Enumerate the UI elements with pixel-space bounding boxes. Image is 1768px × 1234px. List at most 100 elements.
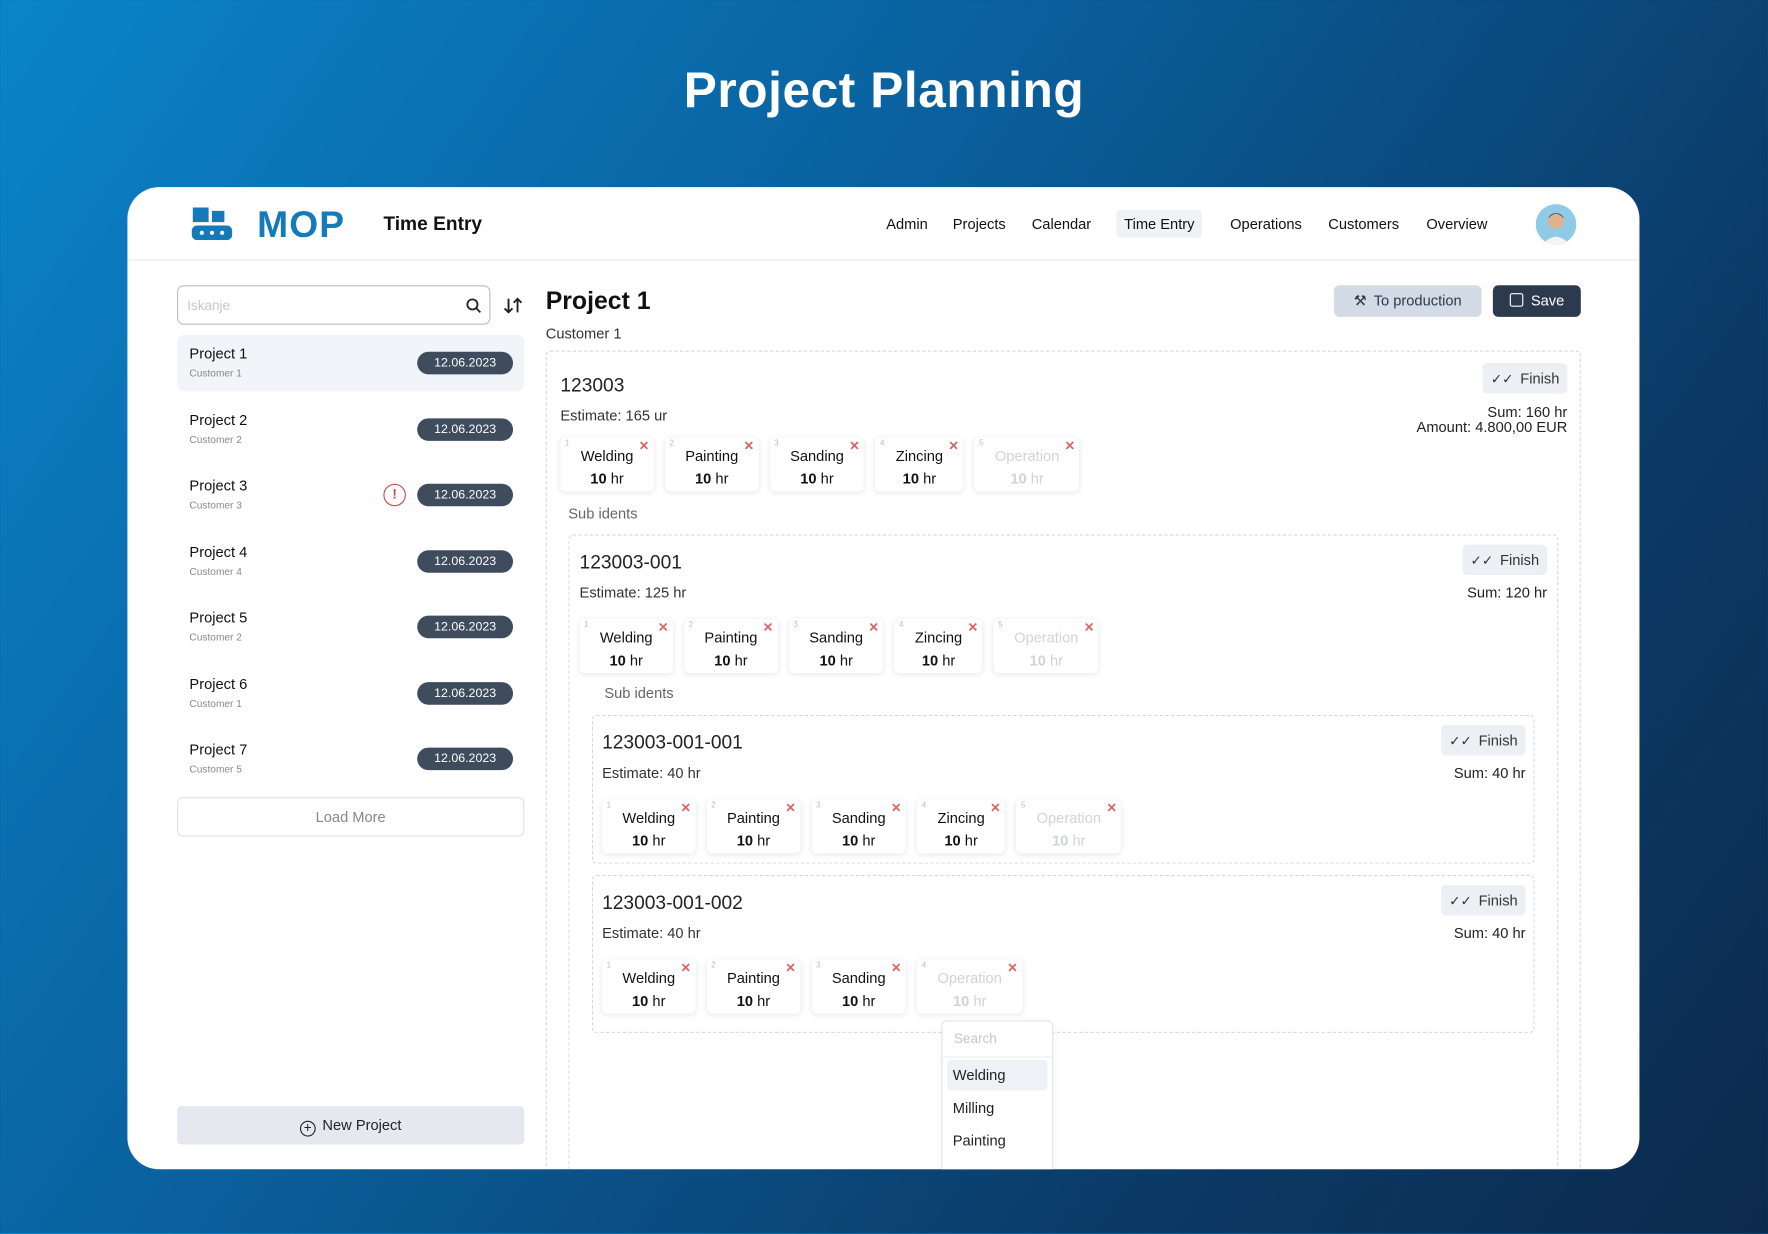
operation-name[interactable]: Operation: [937, 970, 1001, 987]
remove-icon[interactable]: ✕: [680, 961, 690, 976]
remove-icon[interactable]: ✕: [639, 439, 649, 454]
dropdown-option-milling[interactable]: Milling: [947, 1093, 1047, 1123]
nav-customers[interactable]: Customers: [1320, 210, 1407, 238]
operation-hours[interactable]: 10 hr: [1037, 832, 1101, 849]
project-list-item[interactable]: Project 1 Customer 1 12.06.2023: [177, 334, 525, 392]
search-input[interactable]: [178, 286, 449, 324]
project-list-item[interactable]: Project 3 Customer 3! 12.06.2023: [177, 467, 524, 523]
nav-operations[interactable]: Operations: [1222, 210, 1309, 238]
date-badge: 12.06.2023: [417, 351, 514, 375]
project-list-item[interactable]: Project 4 Customer 4 12.06.2023: [177, 533, 524, 589]
hours-value: 10: [632, 832, 649, 850]
operation-chip[interactable]: 4 ✕ Zincing 10 hr: [917, 799, 1006, 854]
hours-unit: hr: [652, 832, 666, 850]
operation-hours[interactable]: 10 hr: [727, 992, 780, 1009]
project-list-item[interactable]: Project 7 Customer 5 12.06.2023: [177, 731, 524, 787]
project-list-item[interactable]: Project 5 Customer 2 12.06.2023: [177, 599, 524, 655]
project-search[interactable]: [177, 285, 491, 325]
operation-chip[interactable]: 5 ✕ Operation 10 hr: [993, 619, 1099, 674]
app-logo[interactable]: MOP: [257, 203, 345, 246]
nav-time-entry[interactable]: Time Entry: [1116, 209, 1203, 238]
remove-icon[interactable]: ✕: [891, 801, 901, 816]
to-production-button[interactable]: ⚒ To production: [1333, 285, 1482, 317]
operation-chip[interactable]: 1 ✕ Welding 10 hr: [579, 619, 673, 674]
operation-chip[interactable]: 2 ✕ Painting 10 hr: [706, 799, 801, 854]
remove-icon[interactable]: ✕: [868, 620, 878, 635]
operation-hours[interactable]: 10 hr: [581, 470, 634, 487]
operation-hours[interactable]: 10 hr: [704, 652, 757, 669]
operation-chip[interactable]: 3 ✕ Sanding 10 hr: [769, 437, 865, 492]
operation-chip[interactable]: 3 ✕ Sanding 10 hr: [811, 959, 906, 1014]
remove-icon[interactable]: ✕: [891, 961, 901, 976]
search-icon[interactable]: [466, 298, 482, 314]
dropdown-option-welding[interactable]: Welding: [947, 1059, 1048, 1091]
finish-button[interactable]: ✓✓ Finish: [1441, 885, 1526, 916]
operation-hours[interactable]: 10 hr: [622, 832, 675, 849]
operation-hours[interactable]: 10 hr: [937, 992, 1001, 1009]
operation-hours[interactable]: 10 hr: [832, 832, 886, 849]
operation-hours[interactable]: 10 hr: [937, 832, 984, 849]
finish-button[interactable]: ✓✓ Finish: [1462, 544, 1547, 576]
hours-value: 10: [819, 651, 836, 669]
operation-hours[interactable]: 10 hr: [809, 652, 863, 669]
remove-icon[interactable]: ✕: [680, 801, 690, 816]
remove-icon[interactable]: ✕: [1007, 961, 1017, 976]
save-button[interactable]: Save: [1492, 285, 1581, 317]
dropdown-search-input[interactable]: Search: [942, 1022, 1053, 1058]
remove-icon[interactable]: ✕: [763, 620, 773, 635]
nav-admin[interactable]: Admin: [878, 210, 935, 238]
remove-icon[interactable]: ✕: [744, 439, 754, 454]
operation-hours[interactable]: 10 hr: [600, 652, 653, 669]
operation-chip[interactable]: 1 ✕ Welding 10 hr: [602, 959, 696, 1014]
nav-projects[interactable]: Projects: [945, 210, 1014, 238]
dropdown-option-painting[interactable]: Painting: [947, 1125, 1047, 1155]
operation-chip[interactable]: 3 ✕ Sanding 10 hr: [788, 619, 884, 674]
operation-name[interactable]: Operation: [995, 448, 1059, 465]
operation-hours[interactable]: 10 hr: [727, 832, 780, 849]
operation-chip[interactable]: 2 ✕ Painting 10 hr: [684, 619, 778, 674]
operation-chip[interactable]: 5 ✕ Operation 10 hr: [1016, 799, 1122, 854]
remove-icon[interactable]: ✕: [785, 961, 795, 976]
finish-button[interactable]: ✓✓ Finish: [1482, 363, 1568, 394]
operation-hours[interactable]: 10 hr: [790, 470, 844, 487]
remove-icon[interactable]: ✕: [968, 620, 978, 635]
remove-icon[interactable]: ✕: [990, 801, 1000, 816]
nav-overview[interactable]: Overview: [1418, 210, 1495, 238]
remove-icon[interactable]: ✕: [849, 439, 859, 454]
operation-chip[interactable]: 2 ✕ Painting 10 hr: [706, 959, 801, 1014]
operation-chip[interactable]: 4 ✕ Zincing 10 hr: [894, 619, 983, 674]
operation-hours[interactable]: 10 hr: [685, 470, 738, 487]
operation-hours[interactable]: 10 hr: [995, 470, 1059, 487]
remove-icon[interactable]: ✕: [785, 801, 795, 816]
operation-chip[interactable]: 2 ✕ Painting 10 hr: [664, 437, 759, 492]
operation-hours[interactable]: 10 hr: [915, 652, 962, 669]
operation-chip[interactable]: 1 ✕ Welding 10 hr: [560, 437, 654, 492]
operation-hours[interactable]: 10 hr: [622, 992, 675, 1009]
operation-chip[interactable]: 4 ✕ Operation 10 hr: [917, 959, 1023, 1014]
operation-chip[interactable]: 3 ✕ Sanding 10 hr: [811, 799, 906, 854]
remove-icon[interactable]: ✕: [1106, 801, 1116, 816]
new-project-button[interactable]: + New Project: [177, 1106, 525, 1145]
project-list-item[interactable]: Project 2 Customer 2 12.06.2023: [177, 401, 524, 457]
operation-chip[interactable]: 5 ✕ Operation 10 hr: [974, 437, 1080, 492]
operation-hours[interactable]: 10 hr: [896, 470, 943, 487]
project-customer: Customer 2: [189, 433, 242, 445]
operation-name[interactable]: Operation: [1037, 810, 1101, 827]
operation-name: Zincing: [937, 809, 985, 827]
nav-calendar[interactable]: Calendar: [1024, 210, 1099, 238]
avatar[interactable]: [1535, 204, 1577, 245]
project-list-item[interactable]: Project 6 Customer 1 12.06.2023: [177, 665, 524, 721]
remove-icon[interactable]: ✕: [658, 620, 668, 635]
operation-name[interactable]: Operation: [1014, 629, 1078, 646]
operation-chip[interactable]: 1 ✕ Welding 10 hr: [602, 799, 696, 854]
finish-button[interactable]: ✓✓ Finish: [1441, 725, 1526, 756]
operation-hours[interactable]: 10 hr: [1014, 652, 1078, 669]
remove-icon[interactable]: ✕: [1065, 439, 1075, 454]
operation-hours[interactable]: 10 hr: [832, 992, 886, 1009]
remove-icon[interactable]: ✕: [1084, 620, 1094, 635]
remove-icon[interactable]: ✕: [948, 439, 958, 454]
sort-icon[interactable]: [502, 294, 525, 317]
operation-chip[interactable]: 4 ✕ Zincing 10 hr: [875, 437, 964, 492]
load-more-button[interactable]: Load More: [177, 797, 525, 837]
estimate-text: Estimate: 40 hr: [602, 764, 701, 782]
